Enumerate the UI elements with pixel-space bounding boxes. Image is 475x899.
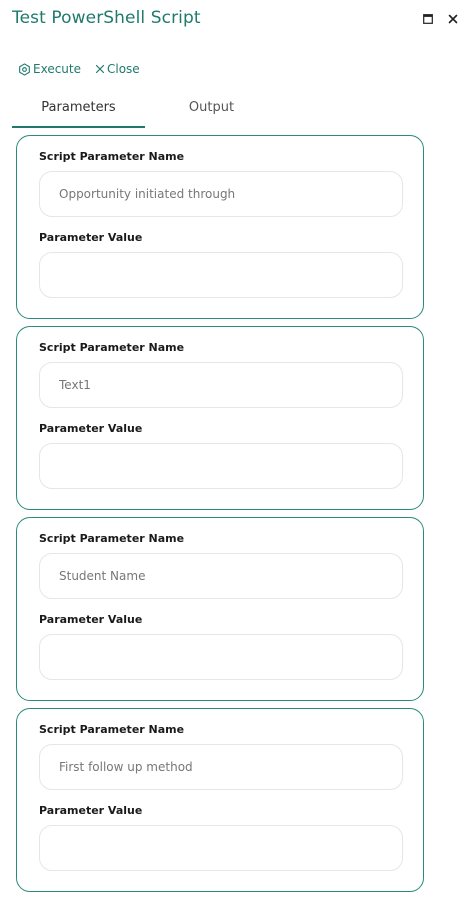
window-title: Test PowerShell Script <box>12 8 201 28</box>
parameter-value-label: Parameter Value <box>39 422 143 435</box>
parameter-value-field[interactable] <box>39 825 403 871</box>
parameter-value-label: Parameter Value <box>39 804 143 817</box>
script-parameter-name-label: Script Parameter Name <box>39 150 185 163</box>
script-parameter-name-field[interactable] <box>39 744 403 790</box>
execute-button[interactable]: Execute <box>18 62 81 76</box>
parameter-card: Script Parameter Name Parameter Value <box>16 517 424 701</box>
parameter-card: Script Parameter Name Parameter Value <box>16 326 424 510</box>
parameter-card: Script Parameter Name Parameter Value <box>16 708 424 892</box>
execute-label: Execute <box>33 62 81 76</box>
script-parameter-name-label: Script Parameter Name <box>39 723 185 736</box>
script-parameter-name-label: Script Parameter Name <box>39 341 185 354</box>
parameter-value-label: Parameter Value <box>39 231 143 244</box>
close-label: Close <box>107 62 140 76</box>
close-button[interactable]: Close <box>95 62 140 76</box>
script-parameter-name-field[interactable] <box>39 171 403 217</box>
active-tab-indicator <box>12 126 145 128</box>
parameter-value-field[interactable] <box>39 634 403 680</box>
gear-icon <box>18 62 31 76</box>
parameter-value-field[interactable] <box>39 443 403 489</box>
close-icon[interactable] <box>446 12 460 26</box>
x-icon <box>95 64 105 74</box>
title-bar: Test PowerShell Script <box>0 0 475 40</box>
script-parameter-name-field[interactable] <box>39 553 403 599</box>
tab-parameters[interactable]: Parameters <box>12 96 145 128</box>
toolbar: Execute Close <box>18 60 140 78</box>
parameter-card: Script Parameter Name Parameter Value <box>16 135 424 319</box>
tab-bar: Parameters Output <box>12 96 432 128</box>
script-parameter-name-label: Script Parameter Name <box>39 532 185 545</box>
parameter-value-label: Parameter Value <box>39 613 143 626</box>
tab-output[interactable]: Output <box>145 96 278 128</box>
script-parameter-name-field[interactable] <box>39 362 403 408</box>
maximize-icon[interactable] <box>421 12 435 26</box>
parameter-value-field[interactable] <box>39 252 403 298</box>
